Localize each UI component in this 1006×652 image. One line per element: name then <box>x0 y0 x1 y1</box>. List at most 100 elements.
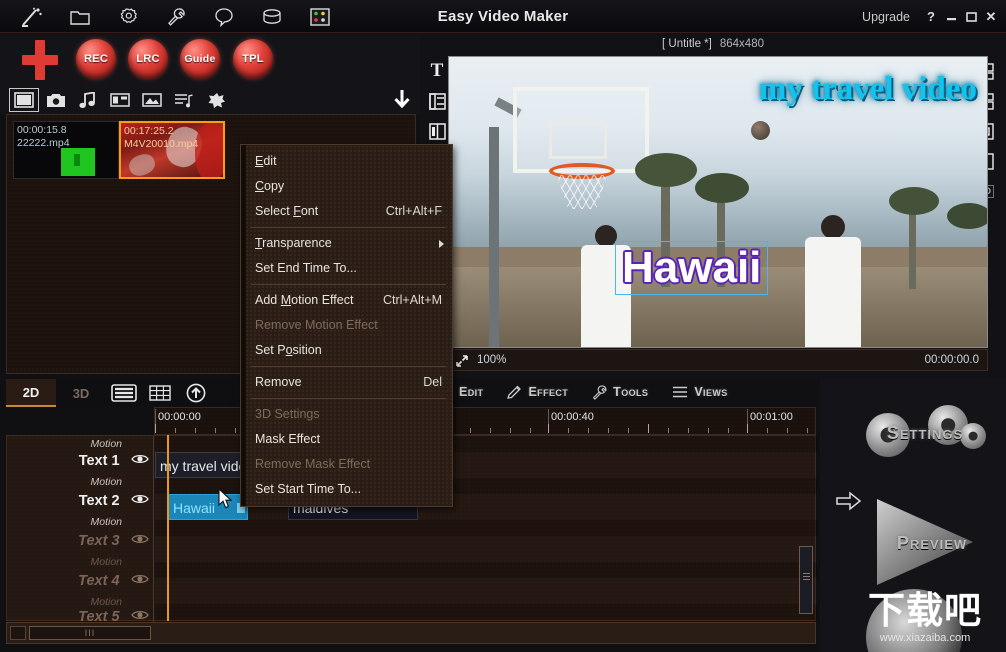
ruler-mark: 00:00:40 <box>548 409 594 425</box>
menu-item-add-motion-effect[interactable]: Add Motion EffectCtrl+Alt+M <box>241 288 452 313</box>
track-motion-label[interactable]: Motion <box>7 516 154 528</box>
application-window: Easy Video Maker Upgrade ? ✕ REC LRC Gui… <box>0 0 1006 652</box>
timeline-tabs: 2D 3D <box>6 379 236 407</box>
menu-accel: Del <box>423 370 442 395</box>
timeline-lane-motion-3[interactable] <box>155 520 817 536</box>
tab-3d[interactable]: 3D <box>56 379 106 407</box>
project-name: [ Untitle *] <box>662 38 712 50</box>
eye-icon[interactable] <box>130 532 150 550</box>
menu-item-set-start-time[interactable]: Set Start Time To... <box>241 477 452 502</box>
layout-split-icon[interactable] <box>424 116 450 146</box>
timeline-lane-text-4[interactable] <box>155 578 817 604</box>
menu-item-set-end-time[interactable]: Set End Time To... <box>241 256 452 281</box>
timeline-playhead[interactable] <box>167 435 169 621</box>
clip-thumbnail-detail <box>126 151 157 179</box>
track-row-text2[interactable]: Text 2 <box>7 492 154 510</box>
clip-duration: 00:17:25.2 <box>124 125 198 138</box>
record-button[interactable]: REC <box>76 39 116 79</box>
timeline-horizontal-scrollbar[interactable]: III <box>6 622 816 644</box>
zoom-level[interactable]: 100% <box>477 354 506 366</box>
track-motion-label[interactable]: Motion <box>7 596 154 608</box>
preview-subtitle-overlay[interactable]: Hawaii <box>615 241 768 295</box>
database-icon[interactable] <box>248 0 296 33</box>
grid-view-icon[interactable] <box>142 379 178 407</box>
preview-button[interactable]: Preview <box>850 499 1000 554</box>
scroll-thumb[interactable]: III <box>29 626 151 640</box>
menu-item-mask-effect[interactable]: Mask Effect <box>241 427 452 452</box>
guide-button[interactable]: Guide <box>180 39 220 79</box>
upload-icon[interactable] <box>178 379 214 407</box>
download-arrow-icon[interactable] <box>388 86 416 114</box>
tab-photo[interactable] <box>42 89 70 111</box>
ruler-mark: 00:01:00 <box>747 409 793 425</box>
menu-separator <box>251 398 446 399</box>
media-clip-item[interactable]: 00:17:25.2 M4V20010.mp4 <box>119 121 225 179</box>
preview-title-overlay[interactable]: my travel video <box>759 71 977 108</box>
tab-transition[interactable] <box>106 89 134 111</box>
menu-item-remove[interactable]: RemoveDel <box>241 370 452 395</box>
track-motion-label[interactable]: Motion <box>7 556 154 568</box>
track-motion-label[interactable]: Motion <box>7 438 154 450</box>
eye-icon[interactable] <box>130 452 150 470</box>
timeline-clip-hawaii[interactable]: Hawaii <box>168 494 248 520</box>
track-label-column: Motion Text 1 Motion Text 2 Motion Text <box>7 436 154 622</box>
timeline-vertical-scrollbar[interactable] <box>799 546 813 614</box>
eye-icon[interactable] <box>130 492 150 510</box>
layout-left-icon[interactable] <box>424 86 450 116</box>
menu-accel: Ctrl+Alt+F <box>386 199 442 224</box>
tab-playlist[interactable] <box>170 89 198 111</box>
wand-icon[interactable] <box>8 0 56 33</box>
title-bar: Easy Video Maker Upgrade ? ✕ <box>0 0 1006 33</box>
menu-item-transparence[interactable]: Transparence <box>241 231 452 256</box>
add-media-button[interactable] <box>22 40 58 80</box>
menu-accel: Ctrl+Alt+M <box>383 288 442 313</box>
media-clip-item[interactable]: 00:00:15.8 22222.mp4 <box>13 121 119 179</box>
maximize-button[interactable] <box>962 6 980 28</box>
context-menu[interactable]: Edit Copy Select FontCtrl+Alt+F Transpar… <box>240 144 453 507</box>
list-view-icon[interactable] <box>106 379 142 407</box>
help-button[interactable]: ? <box>922 6 940 28</box>
timeline-lane-text-3[interactable] <box>155 536 817 562</box>
menu-item-edit[interactable]: Edit <box>241 149 452 174</box>
minimize-button[interactable] <box>942 6 960 28</box>
menu-item-copy[interactable]: Copy <box>241 174 452 199</box>
fit-screen-icon[interactable] <box>455 354 469 371</box>
track-row-text4[interactable]: Text 4 <box>7 572 154 590</box>
text-icon[interactable]: T <box>424 56 450 86</box>
scene-palm-leaves <box>889 187 939 215</box>
template-button[interactable]: TPL <box>233 39 273 79</box>
clip-thumbnail <box>61 148 95 176</box>
eye-icon[interactable] <box>130 572 150 590</box>
clip-duration: 00:00:15.8 <box>17 124 70 137</box>
tab-video[interactable] <box>10 89 38 111</box>
track-row-text1[interactable]: Text 1 <box>7 452 154 470</box>
lyrics-button[interactable]: LRC <box>128 39 168 79</box>
balloon-icon[interactable] <box>200 0 248 33</box>
wrench-icon[interactable] <box>152 0 200 33</box>
palette-icon[interactable] <box>296 0 344 33</box>
timeline-lane-motion-5[interactable] <box>155 604 817 620</box>
track-row-text3[interactable]: Text 3 <box>7 532 154 550</box>
tab-image[interactable] <box>138 89 166 111</box>
scene-palm-leaves <box>635 153 697 187</box>
clip-filename: M4V20010.mp4 <box>124 138 198 151</box>
gear-icon[interactable] <box>104 0 152 33</box>
clip-meta: 00:17:25.2 M4V20010.mp4 <box>124 125 198 151</box>
menu-item-remove-mask-effect: Remove Mask Effect <box>241 452 452 477</box>
track-motion-label[interactable]: Motion <box>7 476 154 488</box>
tab-audio[interactable] <box>74 89 102 111</box>
menu-item-set-position[interactable]: Set Position <box>241 338 452 363</box>
close-button[interactable]: ✕ <box>982 6 1000 28</box>
track-name: Text 4 <box>78 573 119 589</box>
tab-plugin[interactable] <box>202 89 230 111</box>
menu-item-select-font[interactable]: Select FontCtrl+Alt+F <box>241 199 452 224</box>
main-toolbar: REC LRC Guide TPL <box>0 34 420 86</box>
timeline-lane-motion-4[interactable] <box>155 562 817 578</box>
folder-icon[interactable] <box>56 0 104 33</box>
scene-palm-leaves <box>695 173 749 203</box>
video-preview-canvas[interactable]: my travel video Hawaii <box>448 56 988 348</box>
settings-button[interactable]: Settings <box>850 405 1000 444</box>
scroll-left-button[interactable] <box>10 626 26 640</box>
upgrade-link[interactable]: Upgrade <box>852 10 920 24</box>
tab-2d[interactable]: 2D <box>6 379 56 407</box>
